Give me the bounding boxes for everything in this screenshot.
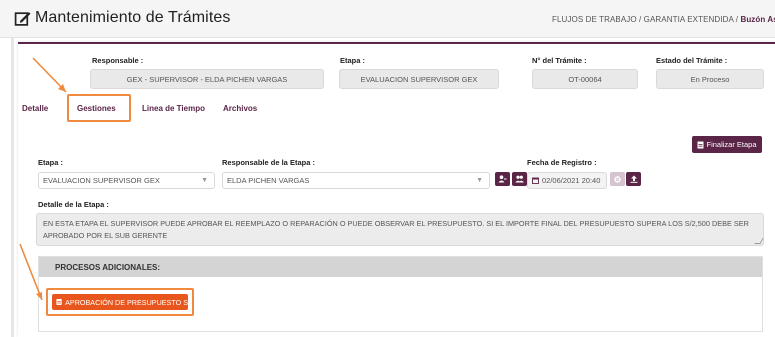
estado-tramite-label: Estado del Trámite : xyxy=(656,56,728,65)
etapa-label: Etapa : xyxy=(340,56,366,65)
detalle-etapa-textarea[interactable]: EN ESTA ETAPA EL SUPERVISOR PUEDE APROBA… xyxy=(36,213,764,246)
annotation-highlight-button xyxy=(46,288,194,316)
fecha-registro-label: Fecha de Registro : xyxy=(527,158,597,167)
numero-tramite-label: N° del Trámite : xyxy=(532,56,587,65)
etapa-field: EVALUACION SUPERVISOR GEX xyxy=(339,69,499,89)
left-scroll-strip xyxy=(11,38,14,337)
fecha-registro-value: 02/06/2021 20:40 xyxy=(542,176,601,185)
responsable-field: GEX - SUPERVISOR - ELDA PICHEN VARGAS xyxy=(90,69,324,89)
assign-user-button[interactable] xyxy=(495,172,510,186)
gestion-etapa-value: EVALUACION SUPERVISOR GEX xyxy=(43,176,160,185)
gestion-etapa-select[interactable]: EVALUACION SUPERVISOR GEX ▼ xyxy=(38,172,215,189)
detalle-etapa-label: Detalle de la Etapa : xyxy=(38,200,109,209)
file-icon xyxy=(697,141,704,148)
clear-date-button[interactable] xyxy=(610,172,625,186)
users-icon xyxy=(515,175,524,183)
gestion-responsable-label: Responsable de la Etapa : xyxy=(222,158,315,167)
chevron-down-icon: ▼ xyxy=(201,177,208,184)
annotation-highlight-tab xyxy=(67,94,131,122)
user-edit-icon xyxy=(498,175,507,183)
finalizar-etapa-label: Finalizar Etapa xyxy=(706,140,757,149)
title-wrap: Mantenimiento de Trámites xyxy=(14,9,230,27)
responsable-label: Responsable : xyxy=(92,56,144,65)
upload-icon xyxy=(630,175,637,183)
users-button[interactable] xyxy=(512,172,527,186)
close-icon xyxy=(614,175,621,183)
gestion-responsable-value: ELDA PICHEN VARGAS xyxy=(227,176,310,185)
edit-icon xyxy=(14,11,31,26)
chevron-down-icon: ▼ xyxy=(476,177,483,184)
upload-button[interactable] xyxy=(626,172,641,186)
finalizar-etapa-button[interactable]: Finalizar Etapa xyxy=(692,136,762,153)
page-title: Mantenimiento de Trámites xyxy=(35,9,231,26)
breadcrumb-path[interactable]: FLUJOS DE TRABAJO / GARANTIA EXTENDIDA / xyxy=(552,15,740,24)
procesos-adicionales-header: PROCESOS ADICIONALES: xyxy=(39,257,762,277)
breadcrumb: FLUJOS DE TRABAJO / GARANTIA EXTENDIDA /… xyxy=(552,15,775,24)
breadcrumb-current: Buzón Asignad xyxy=(740,15,775,24)
fecha-registro-field: 02/06/2021 20:40 xyxy=(527,172,607,189)
detalle-etapa-text: EN ESTA ETAPA EL SUPERVISOR PUEDE APROBA… xyxy=(43,219,749,240)
procesos-adicionales-panel: PROCESOS ADICIONALES: APROBACIÓN DE PRES… xyxy=(38,256,763,332)
top-bar: Mantenimiento de Trámites FLUJOS DE TRAB… xyxy=(0,0,775,38)
resize-handle-icon[interactable] xyxy=(754,238,764,244)
gestion-responsable-select[interactable]: ELDA PICHEN VARGAS ▼ xyxy=(222,172,490,189)
gestion-etapa-label: Etapa : xyxy=(38,158,64,167)
tab-linea-de-tiempo[interactable]: Linea de Tiempo xyxy=(142,104,205,113)
tab-archivos[interactable]: Archivos xyxy=(223,104,257,113)
numero-tramite-field: OT-00064 xyxy=(532,69,638,89)
tab-detalle[interactable]: Detalle xyxy=(22,104,48,113)
calendar-icon xyxy=(532,177,539,184)
estado-tramite-field: En Proceso xyxy=(656,69,764,89)
